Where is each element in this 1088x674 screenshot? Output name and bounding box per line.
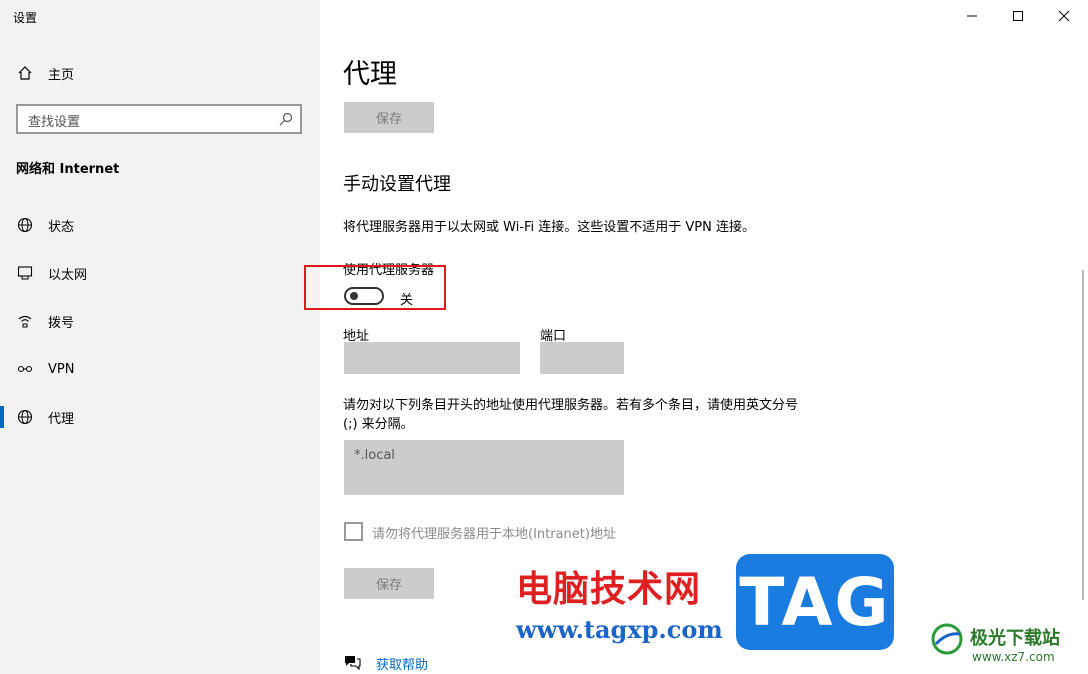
sidebar-item-dialup[interactable]: 拨号 [0,303,320,339]
maximize-icon [1013,11,1023,21]
sidebar-item-label: 以太网 [48,267,88,283]
manual-proxy-description: 将代理服务器用于以太网或 Wi-Fi 连接。这些设置不适用于 VPN 连接。 [343,220,756,235]
sidebar-item-label: 状态 [48,219,75,235]
dialup-icon [16,312,34,330]
sidebar-item-label: VPN [48,361,75,377]
exceptions-description: 请勿对以下列条目开头的地址使用代理服务器。若有多个条目，请使用英文分号 (;) … [343,398,799,432]
sidebar-section-title: 网络和 Internet [16,162,120,177]
minimize-icon [967,15,977,17]
bypass-local-label: 请勿将代理服务器用于本地(Intranet)地址 [372,527,616,542]
sidebar-item-ethernet[interactable]: 以太网 [0,255,320,291]
address-field[interactable] [344,342,520,374]
exceptions-textarea[interactable]: *.local [344,440,624,495]
minimize-button[interactable] [949,0,995,32]
watermark-cn-text: 电脑技术网 [516,569,702,610]
help-icon [343,654,361,671]
bypass-local-checkbox[interactable] [344,522,363,541]
sidebar-item-label: 主页 [48,67,75,83]
search-icon[interactable] [278,111,294,127]
globe-icon [16,408,34,426]
manual-proxy-title: 手动设置代理 [343,174,451,195]
get-help-link[interactable]: 获取帮助 [376,654,428,673]
site-logo-icon [930,622,964,656]
close-button[interactable] [1041,0,1087,32]
home-icon [16,64,34,82]
sidebar-item-label: 拨号 [48,315,75,331]
watermark-site-url: www.xz7.com [972,650,1055,664]
sidebar-item-label: 代理 [48,411,75,427]
watermark-site-name: 极光下载站 [970,628,1060,649]
sidebar-item-proxy[interactable]: 代理 [0,399,320,435]
vpn-icon [16,360,34,378]
ethernet-icon [16,264,34,282]
window-title: 设置 [13,11,38,25]
save-button-top[interactable]: 保存 [344,102,434,133]
sidebar-item-home[interactable]: 主页 [0,55,320,91]
active-indicator [0,406,4,428]
port-field[interactable] [540,342,624,374]
maximize-button[interactable] [995,0,1041,32]
watermark-tag-logo: TAG [736,554,894,650]
sidebar-item-status[interactable]: 状态 [0,207,320,243]
save-button-bottom[interactable]: 保存 [344,568,434,599]
search-placeholder: 查找设置 [28,115,81,130]
globe-status-icon [16,216,34,234]
watermark-url: www.tagxp.com [516,615,723,644]
highlight-box [304,265,446,310]
sidebar: 设置 主页 查找设置 网络和 Internet 状态 以太网 拨号 VPN 代理 [0,0,320,674]
close-icon [1058,10,1070,22]
page-title: 代理 [343,59,397,90]
sidebar-item-vpn[interactable]: VPN [0,351,320,387]
exceptions-value: *.local [354,448,395,463]
scrollbar[interactable] [1082,270,1084,600]
search-input[interactable]: 查找设置 [16,104,302,134]
